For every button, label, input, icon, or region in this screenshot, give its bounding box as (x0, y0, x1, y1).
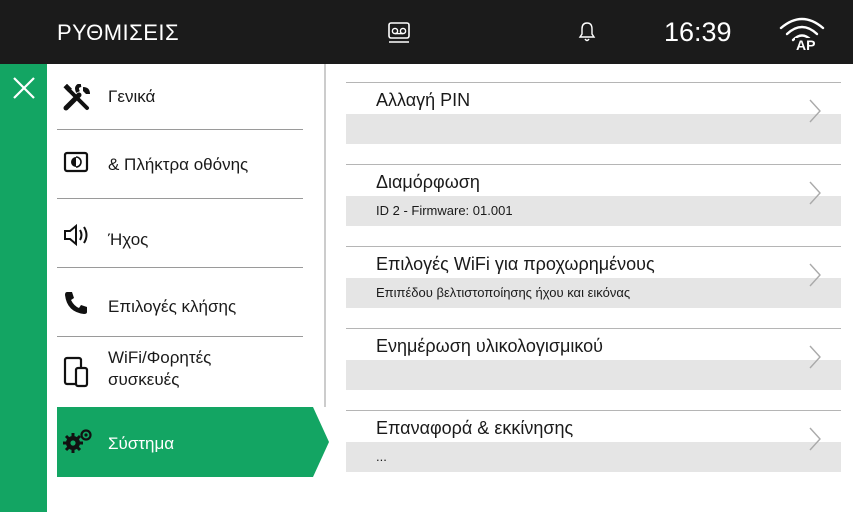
list-divider (346, 328, 841, 329)
clock: 16:39 (664, 17, 732, 47)
setting-subtitle-band (346, 360, 841, 390)
setting-subtitle: Επιπέδου βελτιστοποίησης ήχου και εικόνα… (376, 285, 631, 300)
chevron-right-icon (809, 427, 821, 451)
setting-subtitle: ID 2 - Firmware: 01.001 (376, 203, 513, 218)
menu-item-call-options[interactable]: Επιλογές κλήσης (57, 268, 303, 336)
phone-icon (65, 292, 87, 314)
close-icon (13, 77, 35, 99)
setting-title: Επιλογές WiFi για προχωρημένους (376, 254, 655, 274)
menu-item-wifi-devices[interactable]: WiFi/Φορητές συσκευές (57, 337, 303, 407)
screen-keys-icon (63, 151, 89, 173)
menu-item-screen-keys[interactable]: & Πλήκτρα οθόνης (57, 130, 303, 198)
wifi-ap-label: AP (796, 37, 815, 52)
setting-title: Επαναφορά & εκκίνησης (376, 418, 574, 438)
setting-subtitle-band: Επιπέδου βελτιστοποίησης ήχου και εικόνα… (346, 278, 841, 308)
chevron-right-icon (809, 345, 821, 369)
menu-item-system[interactable]: Σύστημα (57, 407, 329, 477)
menu-item-label: Σύστημα (108, 434, 175, 453)
menu-item-label: Επιλογές κλήσης (108, 297, 237, 316)
chevron-right-icon (809, 181, 821, 205)
list-divider (346, 410, 841, 411)
wifi-ap-icon[interactable]: AP (778, 14, 826, 52)
menu-item-general[interactable]: Γενικά (57, 64, 303, 129)
setting-title: Διαμόρφωση (376, 172, 480, 192)
page-title: ΡΥΘΜΙΣΕΙΣ (57, 20, 180, 45)
setting-reset-restart[interactable]: Επαναφορά & εκκίνησης ... (346, 410, 841, 476)
setting-configuration[interactable]: Διαμόρφωση ID 2 - Firmware: 01.001 (346, 164, 841, 230)
setting-subtitle-band: ... (346, 442, 841, 472)
setting-advanced-wifi[interactable]: Επιλογές WiFi για προχωρημένους Επιπέδου… (346, 246, 841, 312)
top-bar: ΡΥΘΜΙΣΕΙΣ 16:39 AP (0, 0, 853, 64)
voicemail-icon[interactable] (388, 22, 410, 44)
chevron-right-icon (809, 263, 821, 287)
menu-item-label: WiFi/Φορητές (108, 348, 212, 367)
mobile-devices-icon (63, 356, 89, 388)
speaker-icon (64, 223, 88, 247)
menu-item-label: Ήχος (108, 230, 149, 249)
chevron-right-icon (809, 99, 821, 123)
menu-item-label: Γενικά (108, 87, 156, 106)
setting-title: Ενημέρωση υλικολογισμικού (376, 336, 603, 356)
setting-change-pin[interactable]: Αλλαγή PIN (346, 82, 841, 148)
setting-subtitle-band: ID 2 - Firmware: 01.001 (346, 196, 841, 226)
gears-icon (63, 429, 92, 453)
menu-item-label: συσκευές (108, 370, 180, 389)
column-separator (324, 64, 326, 407)
setting-subtitle: ... (376, 449, 387, 464)
list-divider (346, 82, 841, 83)
side-rail (0, 64, 47, 512)
close-button[interactable] (0, 64, 47, 114)
setting-title: Αλλαγή PIN (376, 90, 471, 110)
list-divider (346, 246, 841, 247)
active-item-background (57, 407, 329, 477)
setting-firmware-update[interactable]: Ενημέρωση υλικολογισμικού (346, 328, 841, 394)
wrench-screwdriver-icon (63, 84, 90, 111)
bell-icon[interactable] (578, 21, 596, 43)
menu-item-sound[interactable]: Ήχος (57, 199, 303, 267)
list-divider (346, 164, 841, 165)
setting-subtitle-band (346, 114, 841, 144)
menu-item-label: & Πλήκτρα οθόνης (108, 155, 249, 174)
